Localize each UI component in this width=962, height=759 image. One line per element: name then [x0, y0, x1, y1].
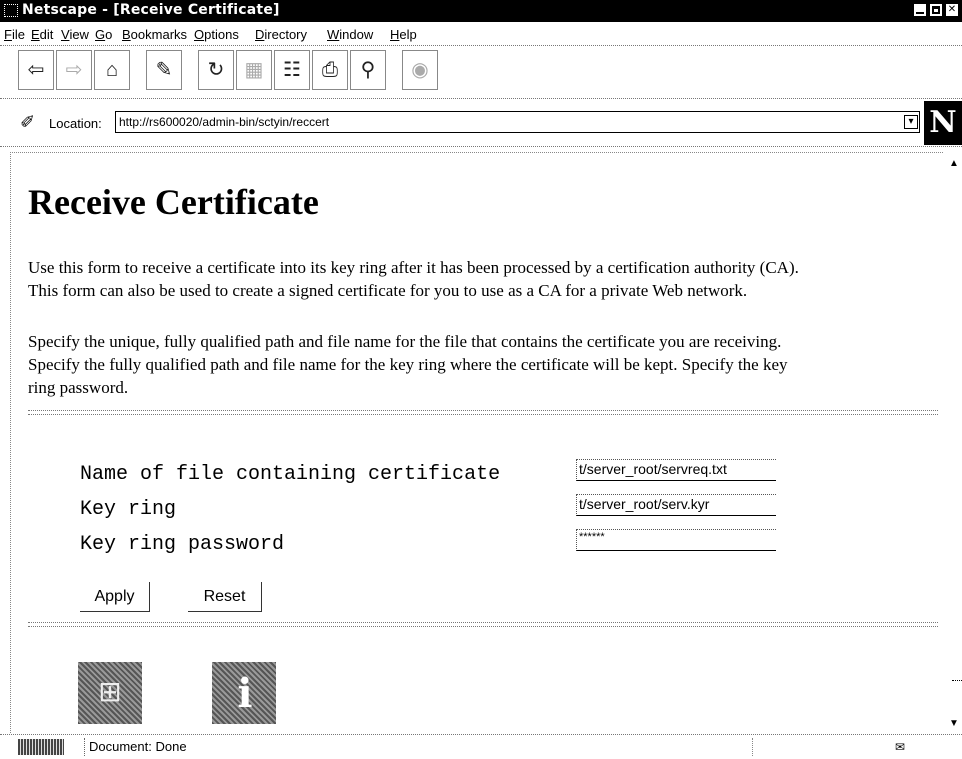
scrollbar-thumb[interactable] — [952, 680, 962, 683]
bookmark-link-icon[interactable]: ✐ — [20, 111, 42, 133]
status-separator — [752, 738, 754, 756]
window-title: Netscape - [Receive Certificate] — [22, 2, 280, 18]
location-label: Location: — [49, 116, 102, 131]
title-bar: Netscape - [Receive Certificate] — [0, 0, 962, 22]
menu-edit[interactable]: Edit — [31, 27, 53, 42]
instruction-line-2: Specify the fully qualified path and fil… — [28, 355, 788, 374]
edit-icon[interactable]: ✎ — [146, 50, 182, 90]
back-icon[interactable]: ⇦ — [18, 50, 54, 90]
instruction-line-3: ring password. — [28, 378, 129, 397]
menu-options[interactable]: Options — [194, 27, 239, 42]
sitemap-icon[interactable]: ⊞ — [78, 662, 142, 724]
horizontal-rule — [28, 410, 938, 415]
netscape-logo[interactable]: N — [924, 101, 962, 145]
page-title: Receive Certificate — [28, 182, 319, 222]
content-area — [10, 152, 943, 733]
apply-button[interactable]: Apply — [80, 582, 150, 612]
menu-help[interactable]: Help — [390, 27, 417, 42]
info-glyph-icon: i — [237, 670, 253, 717]
toolbar-divider — [0, 98, 962, 99]
tree-icon: ⊞ — [98, 676, 122, 707]
netscape-window-icon[interactable] — [4, 4, 18, 17]
instruction-line-1: Specify the unique, fully qualified path… — [28, 332, 782, 351]
menu-window[interactable]: Window — [327, 27, 373, 42]
reload-icon[interactable]: ↻ — [198, 50, 234, 90]
maximize-button[interactable] — [930, 4, 942, 16]
print-icon[interactable]: ⎙ — [312, 50, 348, 90]
images-icon[interactable]: ▦ — [236, 50, 272, 90]
intro-line-2: This form can also be used to create a s… — [28, 281, 748, 300]
home-icon[interactable]: ⌂ — [94, 50, 130, 90]
menu-file[interactable]: File — [4, 27, 25, 42]
menu-view[interactable]: View — [61, 27, 89, 42]
mail-icon[interactable]: ✉ — [892, 740, 908, 754]
cert-file-label: Name of file containing certificate — [80, 463, 501, 486]
menu-bookmarks[interactable]: Bookmarks — [122, 27, 187, 42]
close-button[interactable] — [946, 4, 958, 16]
forward-icon[interactable]: ⇨ — [56, 50, 92, 90]
info-icon[interactable]: i — [212, 662, 276, 724]
reset-button[interactable]: Reset — [188, 582, 262, 612]
chevron-down-icon[interactable]: ▾ — [904, 115, 918, 129]
password-input[interactable]: ****** — [576, 529, 776, 551]
open-icon[interactable]: ☷ — [274, 50, 310, 90]
find-icon[interactable]: ⚲ — [350, 50, 386, 90]
menu-directory[interactable]: Directory — [255, 27, 307, 42]
menu-divider — [0, 45, 962, 46]
cert-file-input[interactable]: t/server_root/servreq.txt — [576, 459, 776, 481]
horizontal-rule — [28, 622, 938, 627]
menu-go[interactable]: Go — [95, 27, 112, 42]
menu-bar: File Edit View Go Bookmarks Options Dire… — [0, 24, 962, 44]
scroll-up-icon[interactable]: ▲ — [948, 158, 960, 172]
keyring-label: Key ring — [80, 498, 177, 521]
security-key-icon[interactable] — [18, 739, 64, 755]
intro-line-1: Use this form to receive a certificate i… — [28, 258, 799, 277]
stop-icon[interactable]: ◉ — [402, 50, 438, 90]
location-divider — [0, 146, 962, 147]
password-label: Key ring password — [80, 533, 285, 556]
location-input[interactable]: http://rs600020/admin-bin/sctyin/reccert — [115, 111, 920, 133]
keyring-input[interactable]: t/server_root/serv.kyr — [576, 494, 776, 516]
status-divider — [0, 734, 962, 735]
minimize-button[interactable] — [914, 4, 926, 16]
scroll-down-icon[interactable]: ▼ — [948, 718, 960, 732]
status-text: Document: Done — [84, 738, 752, 756]
